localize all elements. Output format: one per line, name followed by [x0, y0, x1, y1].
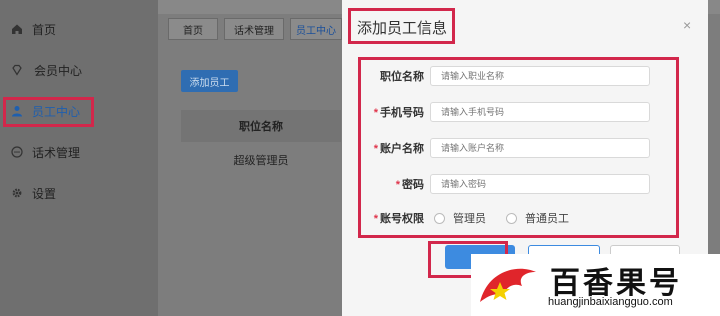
sidebar-item-scripts[interactable]: 话术管理 [0, 137, 158, 167]
form-row-phone: * 手机号码 [362, 101, 672, 123]
tab-home[interactable]: 首页 [168, 18, 218, 40]
sidebar-item-label: 会员中心 [34, 63, 83, 78]
title-highlight-box [348, 8, 455, 44]
table-row: 超级管理员 [233, 155, 289, 167]
field-label: * 账号权限 [373, 213, 424, 225]
chat-icon [10, 145, 24, 159]
phone-input[interactable] [430, 102, 650, 122]
gear-icon [10, 186, 24, 200]
required-mark: * [373, 213, 378, 225]
watermark-logo-icon [480, 268, 536, 302]
position-name-input[interactable] [430, 66, 650, 86]
sidebar: 首页 会员中心 员工中心 话术管理 设置 [0, 0, 158, 316]
form-row-account: * 账户名称 [362, 137, 672, 159]
table-header-position: 职位名称 [181, 110, 341, 142]
sidebar-item-members[interactable]: 会员中心 [0, 55, 158, 85]
field-label: * 手机号码 [373, 107, 424, 119]
diamond-icon [10, 63, 24, 77]
close-icon[interactable]: × [683, 17, 691, 33]
radio-admin[interactable]: 管理员 [434, 210, 486, 226]
watermark-url-text: huangjinbaixiangguo.com [548, 296, 673, 308]
sidebar-item-settings[interactable]: 设置 [0, 178, 158, 208]
field-label: * 账户名称 [373, 143, 424, 155]
radio-circle [506, 212, 517, 224]
sidebar-item-label: 首页 [32, 22, 57, 37]
tab-scripts[interactable]: 话术管理 [224, 18, 284, 40]
required-mark: * [373, 107, 378, 119]
sidebar-item-home[interactable]: 首页 [0, 14, 158, 44]
form-row-password: * 密码 [362, 173, 672, 195]
required-mark: * [395, 179, 400, 191]
form-row-permission: * 账号权限 管理员 普通员工 [362, 207, 672, 229]
field-label: 职位名称 [380, 71, 424, 83]
sidebar-highlight-box [3, 97, 94, 127]
radio-circle [434, 212, 445, 224]
add-staff-button[interactable]: 添加员工 [181, 70, 238, 92]
radio-staff[interactable]: 普通员工 [506, 210, 569, 226]
tab-staff[interactable]: 员工中心 [290, 18, 342, 40]
home-icon [10, 22, 24, 36]
sidebar-item-label: 话术管理 [32, 145, 81, 160]
password-input[interactable] [430, 174, 650, 194]
account-name-input[interactable] [430, 138, 650, 158]
form-row-position: 职位名称 [362, 65, 672, 87]
sidebar-item-label: 设置 [32, 186, 57, 201]
field-label: * 密码 [395, 179, 424, 191]
required-mark: * [373, 143, 378, 155]
